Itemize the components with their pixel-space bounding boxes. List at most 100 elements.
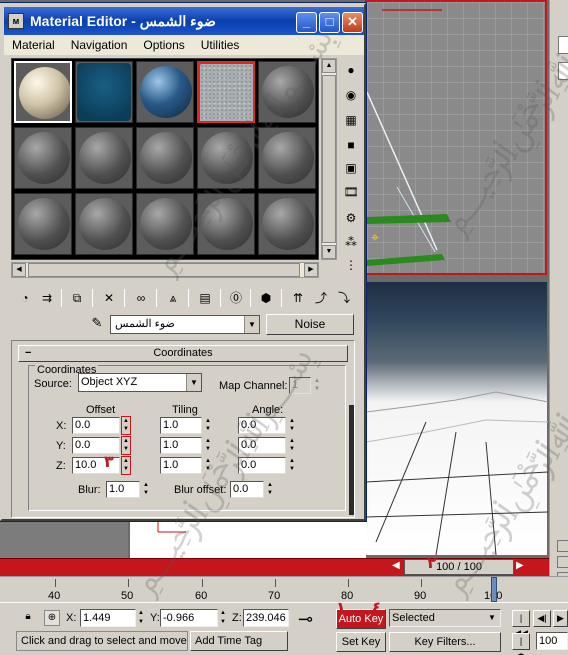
current-frame-field[interactable]: 100 xyxy=(536,632,568,650)
key-filters-button[interactable]: Key Filters... xyxy=(389,632,501,652)
sample-uv-tiling-icon[interactable]: ■ xyxy=(340,135,362,157)
make-preview-icon[interactable]: 🎞︎ xyxy=(340,182,362,204)
lock-selection-icon[interactable]: 🔒︎ xyxy=(20,610,36,626)
selection-set-dropdown[interactable]: Selected xyxy=(389,609,501,627)
sample-slot[interactable] xyxy=(14,127,72,189)
command-panel-field[interactable] xyxy=(558,62,568,80)
key-mode-toggle-icon[interactable]: |◀▶ xyxy=(512,633,530,655)
w-angle-spinner-icon[interactable]: ▲ ▼ xyxy=(288,457,296,474)
close-button[interactable]: ✕ xyxy=(342,12,363,33)
sample-slot[interactable] xyxy=(75,127,133,189)
sample-slot[interactable] xyxy=(136,127,194,189)
sample-slot-selected[interactable] xyxy=(197,61,255,123)
u-tiling-field[interactable]: 1.0 xyxy=(160,417,202,434)
track-bar[interactable]: 40 50 60 70 80 90 100 xyxy=(0,576,568,602)
w-angle-field[interactable]: 0.0 xyxy=(238,457,286,474)
background-checker-icon[interactable]: ▦ xyxy=(340,110,362,132)
minimize-button[interactable]: _ xyxy=(296,12,317,33)
sample-slots-vertical-scrollbar[interactable]: ▲ ▼ xyxy=(321,58,337,260)
sample-slots-horizontal-scrollbar[interactable]: ◀ ▶ xyxy=(11,262,319,278)
command-panel-toggle[interactable] xyxy=(557,540,568,552)
w-tiling-spinner-icon[interactable]: ▲ ▼ xyxy=(204,457,212,474)
u-offset-field[interactable]: 0.0 xyxy=(72,417,120,434)
sample-slot[interactable] xyxy=(258,127,316,189)
u-tiling-spinner-icon[interactable]: ▲ ▼ xyxy=(204,417,212,434)
blur-spinner-icon[interactable]: ▲ ▼ xyxy=(142,481,150,498)
material-name-field[interactable]: ضوء الشمس ▼ xyxy=(110,315,260,334)
scroll-left-icon[interactable]: ◀ xyxy=(12,263,26,277)
pick-material-from-object-icon[interactable]: ✎ xyxy=(88,315,106,333)
menu-utilities[interactable]: Utilities xyxy=(193,38,248,52)
play-icon[interactable]: ▶ xyxy=(553,610,568,627)
v-tiling-field[interactable]: 1.0 xyxy=(160,437,202,454)
go-to-start-icon[interactable]: |◀◀ xyxy=(512,610,530,638)
blur-offset-field[interactable]: 0.0 xyxy=(230,481,264,498)
w-offset-spinner-icon[interactable]: ▲ ▼ xyxy=(121,456,131,475)
map-type-button[interactable]: Noise xyxy=(266,314,354,335)
assign-to-selection-icon[interactable]: ⧉ xyxy=(66,288,88,308)
z-coord-field[interactable]: 239.046 xyxy=(243,609,289,627)
command-panel[interactable] xyxy=(549,0,568,600)
sample-type-sphere-icon[interactable]: ● xyxy=(340,60,362,82)
y-coord-spinner-icon[interactable]: ▲ ▼ xyxy=(219,609,227,627)
show-end-result-icon[interactable]: ⇈ xyxy=(287,288,309,308)
video-color-check-icon[interactable]: ▣ xyxy=(340,158,362,180)
blur-field[interactable]: 1.0 xyxy=(106,481,140,498)
reset-map-icon[interactable]: ✕ xyxy=(98,288,120,308)
show-map-in-viewport-icon[interactable]: ⬢ xyxy=(255,288,277,308)
map-channel-spinner-icon[interactable]: ▲ ▼ xyxy=(313,377,321,394)
title-bar[interactable]: ᴍ Material Editor - ضوء الشمس _ □ ✕ xyxy=(4,7,364,35)
set-key-button[interactable]: Set Key xyxy=(336,632,386,652)
sample-slot[interactable] xyxy=(258,61,316,123)
make-copy-icon[interactable]: ∞ xyxy=(130,288,152,308)
backlight-icon[interactable]: ◉ xyxy=(340,85,362,107)
x-coord-field[interactable]: 1.449 xyxy=(80,609,136,627)
current-frame-marker[interactable] xyxy=(491,577,497,602)
sample-slot[interactable] xyxy=(14,61,72,123)
go-to-parent-icon[interactable]: ⤴ xyxy=(310,288,332,308)
chevron-down-icon[interactable]: ▼ xyxy=(488,613,496,622)
menu-options[interactable]: Options xyxy=(135,38,192,52)
time-slider-next-icon[interactable]: ▶ xyxy=(516,560,528,574)
sample-slot[interactable] xyxy=(75,61,133,123)
sample-slot[interactable] xyxy=(258,193,316,255)
v-offset-spinner-icon[interactable]: ▲ ▼ xyxy=(121,436,131,455)
scroll-thumb[interactable] xyxy=(322,75,336,243)
options-icon[interactable]: ⚙︎ xyxy=(340,208,362,230)
v-tiling-spinner-icon[interactable]: ▲ ▼ xyxy=(204,437,212,454)
x-coord-spinner-icon[interactable]: ▲ ▼ xyxy=(137,609,145,627)
collapse-icon[interactable]: − xyxy=(25,346,31,361)
scroll-up-icon[interactable]: ▲ xyxy=(322,59,336,73)
perspective-viewport[interactable] xyxy=(365,282,549,556)
front-viewport[interactable] xyxy=(130,518,366,558)
source-dropdown[interactable]: Object XYZ ▼ xyxy=(78,373,202,392)
scroll-down-icon[interactable]: ▼ xyxy=(322,245,336,259)
make-unique-icon[interactable]: ⩓ xyxy=(162,288,184,308)
time-slider-thumb[interactable]: 100 / 100 xyxy=(404,559,514,575)
put-to-library-icon[interactable]: ▤ xyxy=(194,288,216,308)
scroll-thumb[interactable] xyxy=(28,263,300,277)
material-map-navigator-icon[interactable]: ⋮ xyxy=(340,255,362,277)
v-angle-field[interactable]: 0.0 xyxy=(238,437,286,454)
absolute-mode-icon[interactable]: ⊕ xyxy=(44,610,60,626)
v-angle-spinner-icon[interactable]: ▲ ▼ xyxy=(288,437,296,454)
sample-slot[interactable] xyxy=(197,193,255,255)
u-angle-field[interactable]: 0.0 xyxy=(238,417,286,434)
menu-navigation[interactable]: Navigation xyxy=(63,38,136,52)
w-tiling-field[interactable]: 1.0 xyxy=(160,457,202,474)
chevron-down-icon[interactable]: ▼ xyxy=(186,374,201,391)
sample-slot[interactable] xyxy=(14,193,72,255)
sample-slot[interactable] xyxy=(75,193,133,255)
coordinates-rollout-header[interactable]: − Coordinates xyxy=(18,345,348,362)
sample-slot[interactable] xyxy=(136,193,194,255)
key-mode-icon[interactable]: ⊸ xyxy=(298,609,313,630)
material-effects-channel-icon[interactable]: ⓪ xyxy=(225,288,247,308)
map-channel-field[interactable]: 1 xyxy=(289,377,311,394)
3ds-max-icon[interactable]: ᴍ xyxy=(8,13,24,29)
rollout-scrollbar[interactable] xyxy=(349,405,354,515)
command-panel-field[interactable] xyxy=(558,36,568,54)
put-to-scene-icon[interactable]: ⇉ xyxy=(36,288,58,308)
select-by-material-icon[interactable]: ⁂ xyxy=(340,232,362,254)
blur-offset-spinner-icon[interactable]: ▲ ▼ xyxy=(266,481,274,498)
previous-frame-icon[interactable]: ◀| xyxy=(533,610,551,627)
